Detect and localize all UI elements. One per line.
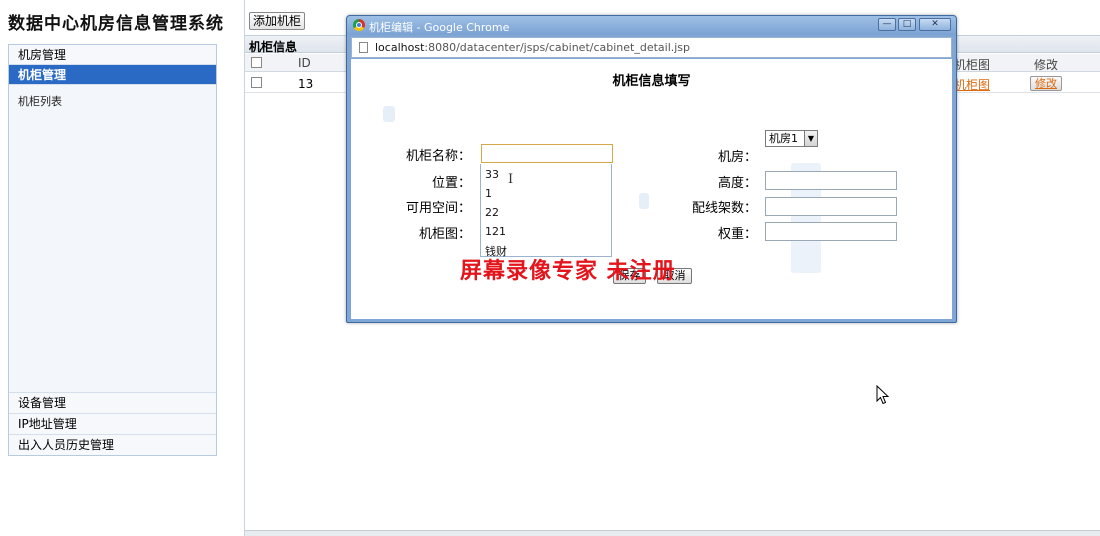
address-bar[interactable]: localhost:8080/datacenter/jsps/cabinet/c…: [351, 37, 952, 58]
chrome-icon: [353, 19, 365, 31]
row-checkbox[interactable]: [251, 77, 262, 88]
room-label: 机房：: [717, 150, 757, 165]
weight-input[interactable]: [765, 222, 897, 241]
popup-titlebar[interactable]: 机柜编辑 - Google Chrome — □ ✕: [347, 16, 956, 35]
autocomplete-option[interactable]: 22: [485, 206, 499, 219]
maximize-icon[interactable]: □: [898, 18, 916, 31]
weight-label: 权重：: [717, 227, 757, 242]
column-header-edit: 修改: [1034, 58, 1059, 72]
bottom-scrollbar[interactable]: [245, 530, 1100, 536]
position-label: 位置：: [431, 176, 471, 191]
app-title: 数据中心机房信息管理系统: [8, 14, 224, 34]
background-decoration: [639, 193, 649, 209]
available-space-label: 可用空间：: [405, 201, 471, 216]
cabinet-name-label: 机柜名称：: [405, 149, 471, 164]
text-cursor-icon: I: [508, 172, 514, 187]
sidebar-section-cabinet-management[interactable]: 机柜管理: [9, 65, 216, 85]
autocomplete-option[interactable]: 33: [485, 168, 499, 181]
sidebar-link-cabinet-list[interactable]: 机柜列表: [9, 93, 216, 109]
popup-body: 机柜信息填写 机柜名称： 位置： 可用空间： 机柜图： 机房： 机房1 ▼ 高度…: [351, 59, 952, 319]
select-all-checkbox[interactable]: [251, 57, 262, 68]
sidebar-section-ip-management[interactable]: IP地址管理: [9, 413, 216, 434]
room-select[interactable]: 机房1 ▼: [765, 130, 818, 147]
edit-button[interactable]: 修改: [1030, 76, 1062, 91]
chevron-down-icon[interactable]: ▼: [804, 131, 817, 146]
close-icon[interactable]: ✕: [919, 18, 951, 31]
rack-count-input[interactable]: [765, 197, 897, 216]
height-label: 高度：: [717, 176, 757, 191]
recorder-watermark: 屏幕录像专家 未注册: [460, 258, 676, 284]
sidebar-bottom-sections: 设备管理 IP地址管理 出入人员历史管理: [9, 392, 216, 455]
column-header-id: ID: [298, 56, 311, 70]
sidebar: 机房管理 机柜管理 机柜列表 设备管理 IP地址管理 出入人员历史管理: [8, 44, 217, 456]
autocomplete-option[interactable]: 1: [485, 187, 492, 200]
mouse-pointer-icon: [876, 385, 890, 405]
column-header-diagram: 机柜图: [954, 58, 991, 72]
height-input[interactable]: [765, 171, 897, 190]
page-icon: [359, 42, 368, 53]
cabinet-edit-popup-window: 机柜编辑 - Google Chrome — □ ✕ localhost:808…: [346, 15, 957, 323]
sidebar-section-device-management[interactable]: 设备管理: [9, 392, 216, 413]
room-select-value: 机房1: [769, 132, 798, 145]
autocomplete-dropdown: 33 1 22 121 钱财: [480, 164, 612, 258]
sidebar-section-room-management[interactable]: 机房管理: [9, 45, 216, 65]
cabinet-diagram-link[interactable]: 机柜图: [954, 76, 990, 93]
cabinet-name-input[interactable]: [481, 144, 613, 163]
rack-count-label: 配线架数：: [691, 201, 757, 216]
cabinet-diagram-label: 机柜图：: [418, 227, 471, 242]
autocomplete-option[interactable]: 121: [485, 225, 506, 238]
sidebar-section-visitor-history[interactable]: 出入人员历史管理: [9, 434, 216, 455]
add-cabinet-button[interactable]: 添加机柜: [249, 12, 305, 30]
background-decoration: [383, 106, 395, 122]
popup-window-title: 机柜编辑 - Google Chrome: [369, 21, 510, 34]
form-heading: 机柜信息填写: [612, 74, 691, 89]
address-url[interactable]: localhost:8080/datacenter/jsps/cabinet/c…: [375, 41, 690, 54]
row-id: 13: [298, 77, 314, 91]
minimize-icon[interactable]: —: [878, 18, 896, 31]
table-title: 机柜信息: [249, 40, 298, 54]
